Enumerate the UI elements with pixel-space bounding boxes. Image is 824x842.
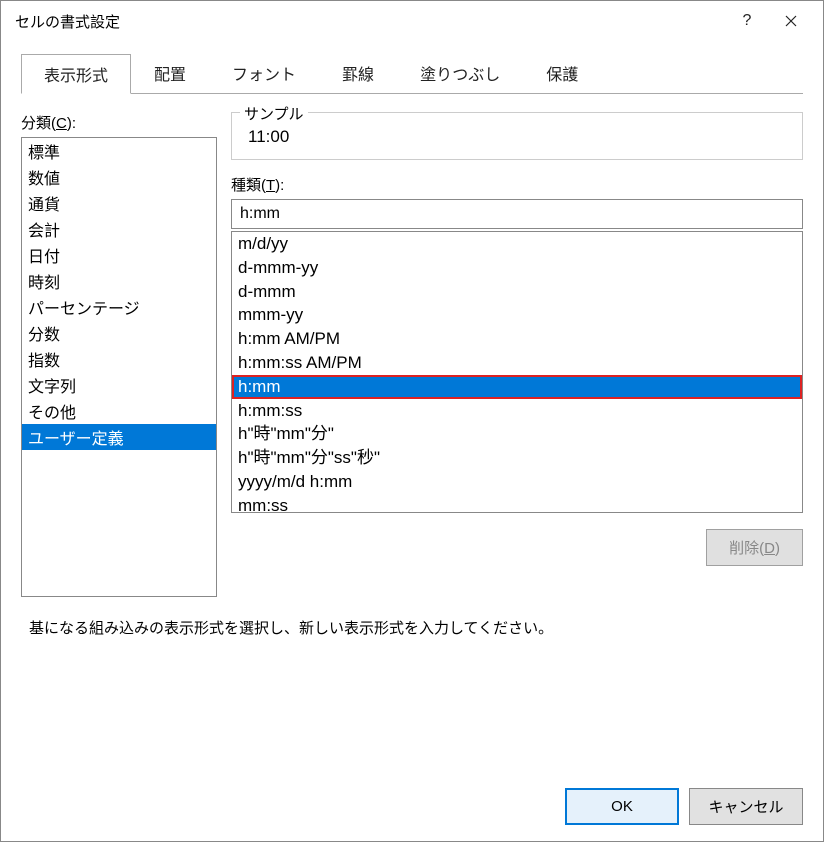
category-listbox[interactable]: 標準数値通貨会計日付時刻パーセンテージ分数指数文字列その他ユーザー定義 [21,137,217,597]
type-item[interactable]: d-mmm [232,280,802,304]
category-item[interactable]: パーセンテージ [22,294,216,320]
sample-box: サンプル 11:00 [231,112,803,160]
category-item[interactable]: 通貨 [22,190,216,216]
type-item[interactable]: h:mm [232,375,802,399]
category-item[interactable]: 分数 [22,320,216,346]
help-button[interactable]: ? [725,6,769,36]
type-item[interactable]: mmm-yy [232,303,802,327]
hint-text: 基になる組み込みの表示形式を選択し、新しい表示形式を入力してください。 [1,617,823,638]
type-item[interactable]: m/d/yy [232,232,802,256]
dialog-footer: OK キャンセル [565,788,803,825]
tab-5[interactable]: 保護 [523,53,601,93]
type-item[interactable]: h"時"mm"分"ss"秒" [232,446,802,470]
ok-button[interactable]: OK [565,788,679,825]
category-item[interactable]: 指数 [22,346,216,372]
category-item[interactable]: 文字列 [22,372,216,398]
dialog-title: セルの書式設定 [15,11,725,32]
delete-button[interactable]: 削除(D) [706,529,803,566]
category-item[interactable]: 時刻 [22,268,216,294]
type-item[interactable]: mm:ss [232,494,802,513]
sample-label: サンプル [240,103,308,124]
close-icon [785,15,797,27]
type-label: 種類(T): [231,174,803,195]
tab-4[interactable]: 塗りつぶし [397,53,523,93]
cancel-button[interactable]: キャンセル [689,788,803,825]
titlebar: セルの書式設定 ? [1,1,823,41]
category-label: 分類(C): [21,112,217,133]
tab-3[interactable]: 罫線 [319,53,397,93]
type-input[interactable] [231,199,803,229]
category-item[interactable]: 日付 [22,242,216,268]
type-item[interactable]: h:mm:ss [232,399,802,423]
type-item[interactable]: d-mmm-yy [232,256,802,280]
close-button[interactable] [769,6,813,36]
category-item[interactable]: ユーザー定義 [22,424,216,450]
type-item[interactable]: h"時"mm"分" [232,422,802,446]
category-item[interactable]: その他 [22,398,216,424]
type-item[interactable]: h:mm AM/PM [232,327,802,351]
type-item[interactable]: yyyy/m/d h:mm [232,470,802,494]
category-item[interactable]: 標準 [22,138,216,164]
tab-1[interactable]: 配置 [131,53,209,93]
type-listbox[interactable]: m/d/yyd-mmm-yyd-mmmmmm-yyh:mm AM/PMh:mm:… [231,231,803,513]
sample-value: 11:00 [244,121,790,147]
category-item[interactable]: 数値 [22,164,216,190]
category-item[interactable]: 会計 [22,216,216,242]
tab-bar: 表示形式配置フォント罫線塗りつぶし保護 [1,41,823,93]
format-cells-dialog: セルの書式設定 ? 表示形式配置フォント罫線塗りつぶし保護 分類(C): 標準数… [0,0,824,842]
tab-0[interactable]: 表示形式 [21,54,131,94]
tab-2[interactable]: フォント [209,53,319,93]
type-item[interactable]: h:mm:ss AM/PM [232,351,802,375]
